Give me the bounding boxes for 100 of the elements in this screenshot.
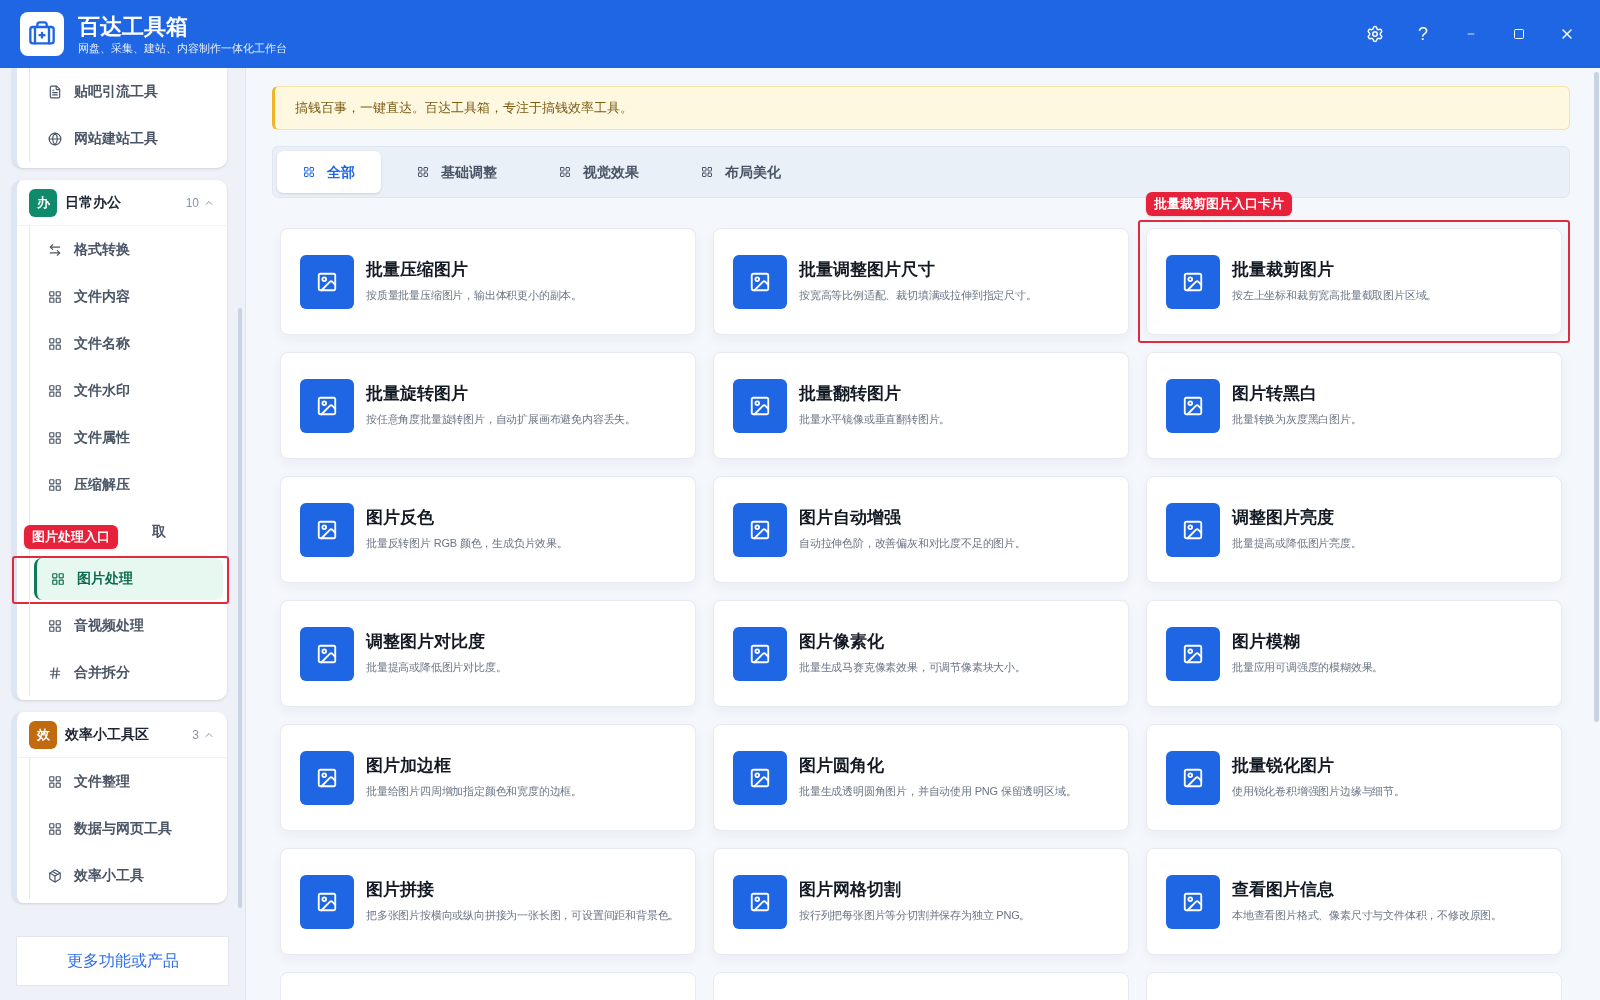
sidebar-item[interactable]: 效率小工具 — [34, 854, 223, 897]
tool-card[interactable]: 图片转黑白 批量转换为灰度黑白图片。 — [1146, 352, 1562, 459]
medical-kit-icon — [28, 20, 56, 48]
tool-card[interactable]: 图片加边框 批量给图片四周增加指定颜色和宽度的边框。 — [280, 724, 696, 831]
group-header[interactable]: 办 日常办公 10 — [17, 180, 227, 226]
tool-card[interactable]: 图片网格切割 按行列把每张图片等分切割并保存为独立 PNG。 — [713, 848, 1129, 955]
picture-icon — [316, 766, 338, 789]
filter-tab[interactable]: 基础调整 — [391, 151, 523, 193]
grid-icon — [48, 477, 62, 492]
card-description: 按行列把每张图片等分切割并保存为独立 PNG。 — [799, 908, 1031, 924]
tool-card[interactable]: 批量锐化图片 使用锐化卷积增强图片边缘与细节。 — [1146, 724, 1562, 831]
tool-card[interactable]: 批量调整图片尺寸 按宽高等比例适配、裁切填满或拉伸到指定尺寸。 — [713, 228, 1129, 335]
tool-card[interactable]: 批量翻转图片 批量水平镜像或垂直翻转图片。 — [713, 352, 1129, 459]
tool-card[interactable]: 图片自动增强 自动拉伸色阶，改善偏灰和对比度不足的图片。 — [713, 476, 1129, 583]
grid-icon — [48, 821, 62, 836]
hash-icon — [48, 665, 62, 680]
notice-banner: 搞钱百事，一键直达。百达工具箱，专注于搞钱效率工具。 — [272, 86, 1570, 130]
card-title: 图片模糊 — [1232, 631, 1301, 654]
picture-icon — [1182, 270, 1204, 293]
card-description: 把多张图片按横向或纵向拼接为一张长图，可设置间距和背景色。 — [366, 908, 676, 924]
card-title: 图片圆角化 — [799, 755, 885, 778]
picture-icon — [749, 270, 771, 293]
tool-card[interactable]: 调整图片对比度 批量提高或降低图片对比度。 — [280, 600, 696, 707]
card-description: 批量生成透明圆角图片，并自动使用 PNG 保留透明区域。 — [799, 784, 1077, 800]
grid-icon — [48, 289, 62, 304]
picture-icon — [1182, 766, 1204, 789]
sidebar-item[interactable]: 文件内容 — [34, 275, 223, 318]
group-badge: 效 — [29, 720, 57, 749]
tool-card[interactable]: 图片反色 批量反转图片 RGB 颜色，生成负片效果。 — [280, 476, 696, 583]
filter-tab[interactable]: 全部 — [277, 151, 381, 193]
tool-card[interactable]: 批量压缩图片 按质量批量压缩图片，输出体积更小的副本。 — [280, 228, 696, 335]
card-title: 查看图片信息 — [1232, 879, 1335, 902]
grid-icon — [51, 571, 65, 586]
card-description: 自动拉伸色阶，改善偏灰和对比度不足的图片。 — [799, 536, 1026, 552]
card-description: 按质量批量压缩图片，输出体积更小的副本。 — [366, 288, 582, 304]
card-description: 批量反转图片 RGB 颜色，生成负片效果。 — [366, 536, 568, 552]
tool-card[interactable]: 批量裁剪图片 按左上坐标和裁剪宽高批量截取图片区域。 — [1146, 228, 1562, 335]
sidebar-item[interactable]: 取 — [152, 521, 166, 542]
tool-card[interactable]: 批量旋转图片 按任意角度批量旋转图片，自动扩展画布避免内容丢失。 — [280, 352, 696, 459]
tool-card[interactable]: 查看图片信息 本地查看图片格式、像素尺寸与文件体积，不修改原图。 — [1146, 848, 1562, 955]
picture-icon — [749, 394, 771, 417]
card-title: 图片自动增强 — [799, 507, 902, 530]
settings-icon — [1366, 25, 1384, 43]
card-description: 按左上坐标和裁剪宽高批量截取图片区域。 — [1232, 288, 1438, 304]
picture-icon — [749, 642, 771, 665]
card-description: 批量转换为灰度黑白图片。 — [1232, 412, 1362, 428]
sidebar-item[interactable]: 合并拆分 — [34, 651, 223, 694]
picture-icon — [749, 890, 771, 913]
card-description: 批量应用可调强度的模糊效果。 — [1232, 660, 1384, 676]
note-icon — [48, 84, 62, 99]
sidebar-item[interactable]: 文件名称 — [34, 322, 223, 365]
filter-tab[interactable]: 布局美化 — [675, 151, 807, 193]
picture-icon — [316, 890, 338, 913]
sidebar-item[interactable]: 音视频处理 — [34, 604, 223, 647]
sidebar-item[interactable]: 图片处理 — [34, 557, 223, 600]
card-title: 调整图片对比度 — [366, 631, 486, 654]
tool-card[interactable]: 调整图片亮度 批量提高或降低图片亮度。 — [1146, 476, 1562, 583]
more-products-button[interactable]: 更多功能或产品 — [16, 936, 229, 986]
grid-icon — [48, 618, 62, 633]
tool-card[interactable]: 图片圆角化 批量生成透明圆角图片，并自动使用 PNG 保留透明区域。 — [713, 724, 1129, 831]
globe-icon — [48, 131, 62, 146]
grid-icon — [559, 166, 571, 178]
picture-icon — [316, 642, 338, 665]
group-count: 3 — [192, 726, 199, 744]
picture-icon — [316, 394, 338, 417]
help-button[interactable]: ? — [1410, 21, 1436, 47]
card-title: 批量旋转图片 — [366, 383, 469, 406]
sidebar-item[interactable]: 文件属性 — [34, 416, 223, 459]
tool-card[interactable]: 图片像素化 批量生成马赛克像素效果，可调节像素块大小。 — [713, 600, 1129, 707]
sidebar-item[interactable]: 文件水印 — [34, 369, 223, 412]
card-description: 按任意角度批量旋转图片，自动扩展画布避免内容丢失。 — [366, 412, 636, 428]
tool-card[interactable]: 图片拼接 把多张图片按横向或纵向拼接为一张长图，可设置间距和背景色。 — [280, 848, 696, 955]
card-title: 图片网格切割 — [799, 879, 902, 902]
card-description: 批量提高或降低图片对比度。 — [366, 660, 507, 676]
swap-icon — [48, 242, 62, 257]
sidebar-item[interactable]: 数据与网页工具 — [34, 807, 223, 850]
group-name: 日常办公 — [65, 193, 121, 212]
card-title: 图片加边框 — [366, 755, 452, 778]
sidebar-item[interactable]: 贴吧引流工具 — [34, 70, 223, 113]
card-title: 图片反色 — [366, 507, 435, 530]
card-description: 批量给图片四周增加指定颜色和宽度的边框。 — [366, 784, 582, 800]
group-count: 10 — [185, 194, 199, 212]
sidebar-item[interactable]: 文件整理 — [34, 760, 223, 803]
card-title: 图片转黑白 — [1232, 383, 1318, 406]
callout-label: 图片处理入口 — [24, 525, 118, 549]
app-title: 百达工具箱 — [78, 13, 189, 41]
grid-icon — [303, 166, 315, 178]
grid-icon — [417, 166, 429, 178]
sidebar-item[interactable]: 格式转换 — [34, 228, 223, 271]
sidebar-item[interactable]: 压缩解压 — [34, 463, 223, 506]
grid-icon — [48, 383, 62, 398]
filter-tab[interactable]: 视觉效果 — [533, 151, 665, 193]
group-header[interactable]: 效 效率小工具区 3 — [17, 712, 227, 758]
tool-card[interactable]: 图片模糊 批量应用可调强度的模糊效果。 — [1146, 600, 1562, 707]
grid-icon — [48, 774, 62, 789]
callout-label: 批量裁剪图片入口卡片 — [1146, 192, 1292, 216]
card-title: 批量翻转图片 — [799, 383, 902, 406]
card-description: 批量生成马赛克像素效果，可调节像素块大小。 — [799, 660, 1026, 676]
maximize-icon — [1513, 28, 1525, 40]
sidebar-item[interactable]: 网站建站工具 — [34, 117, 223, 160]
